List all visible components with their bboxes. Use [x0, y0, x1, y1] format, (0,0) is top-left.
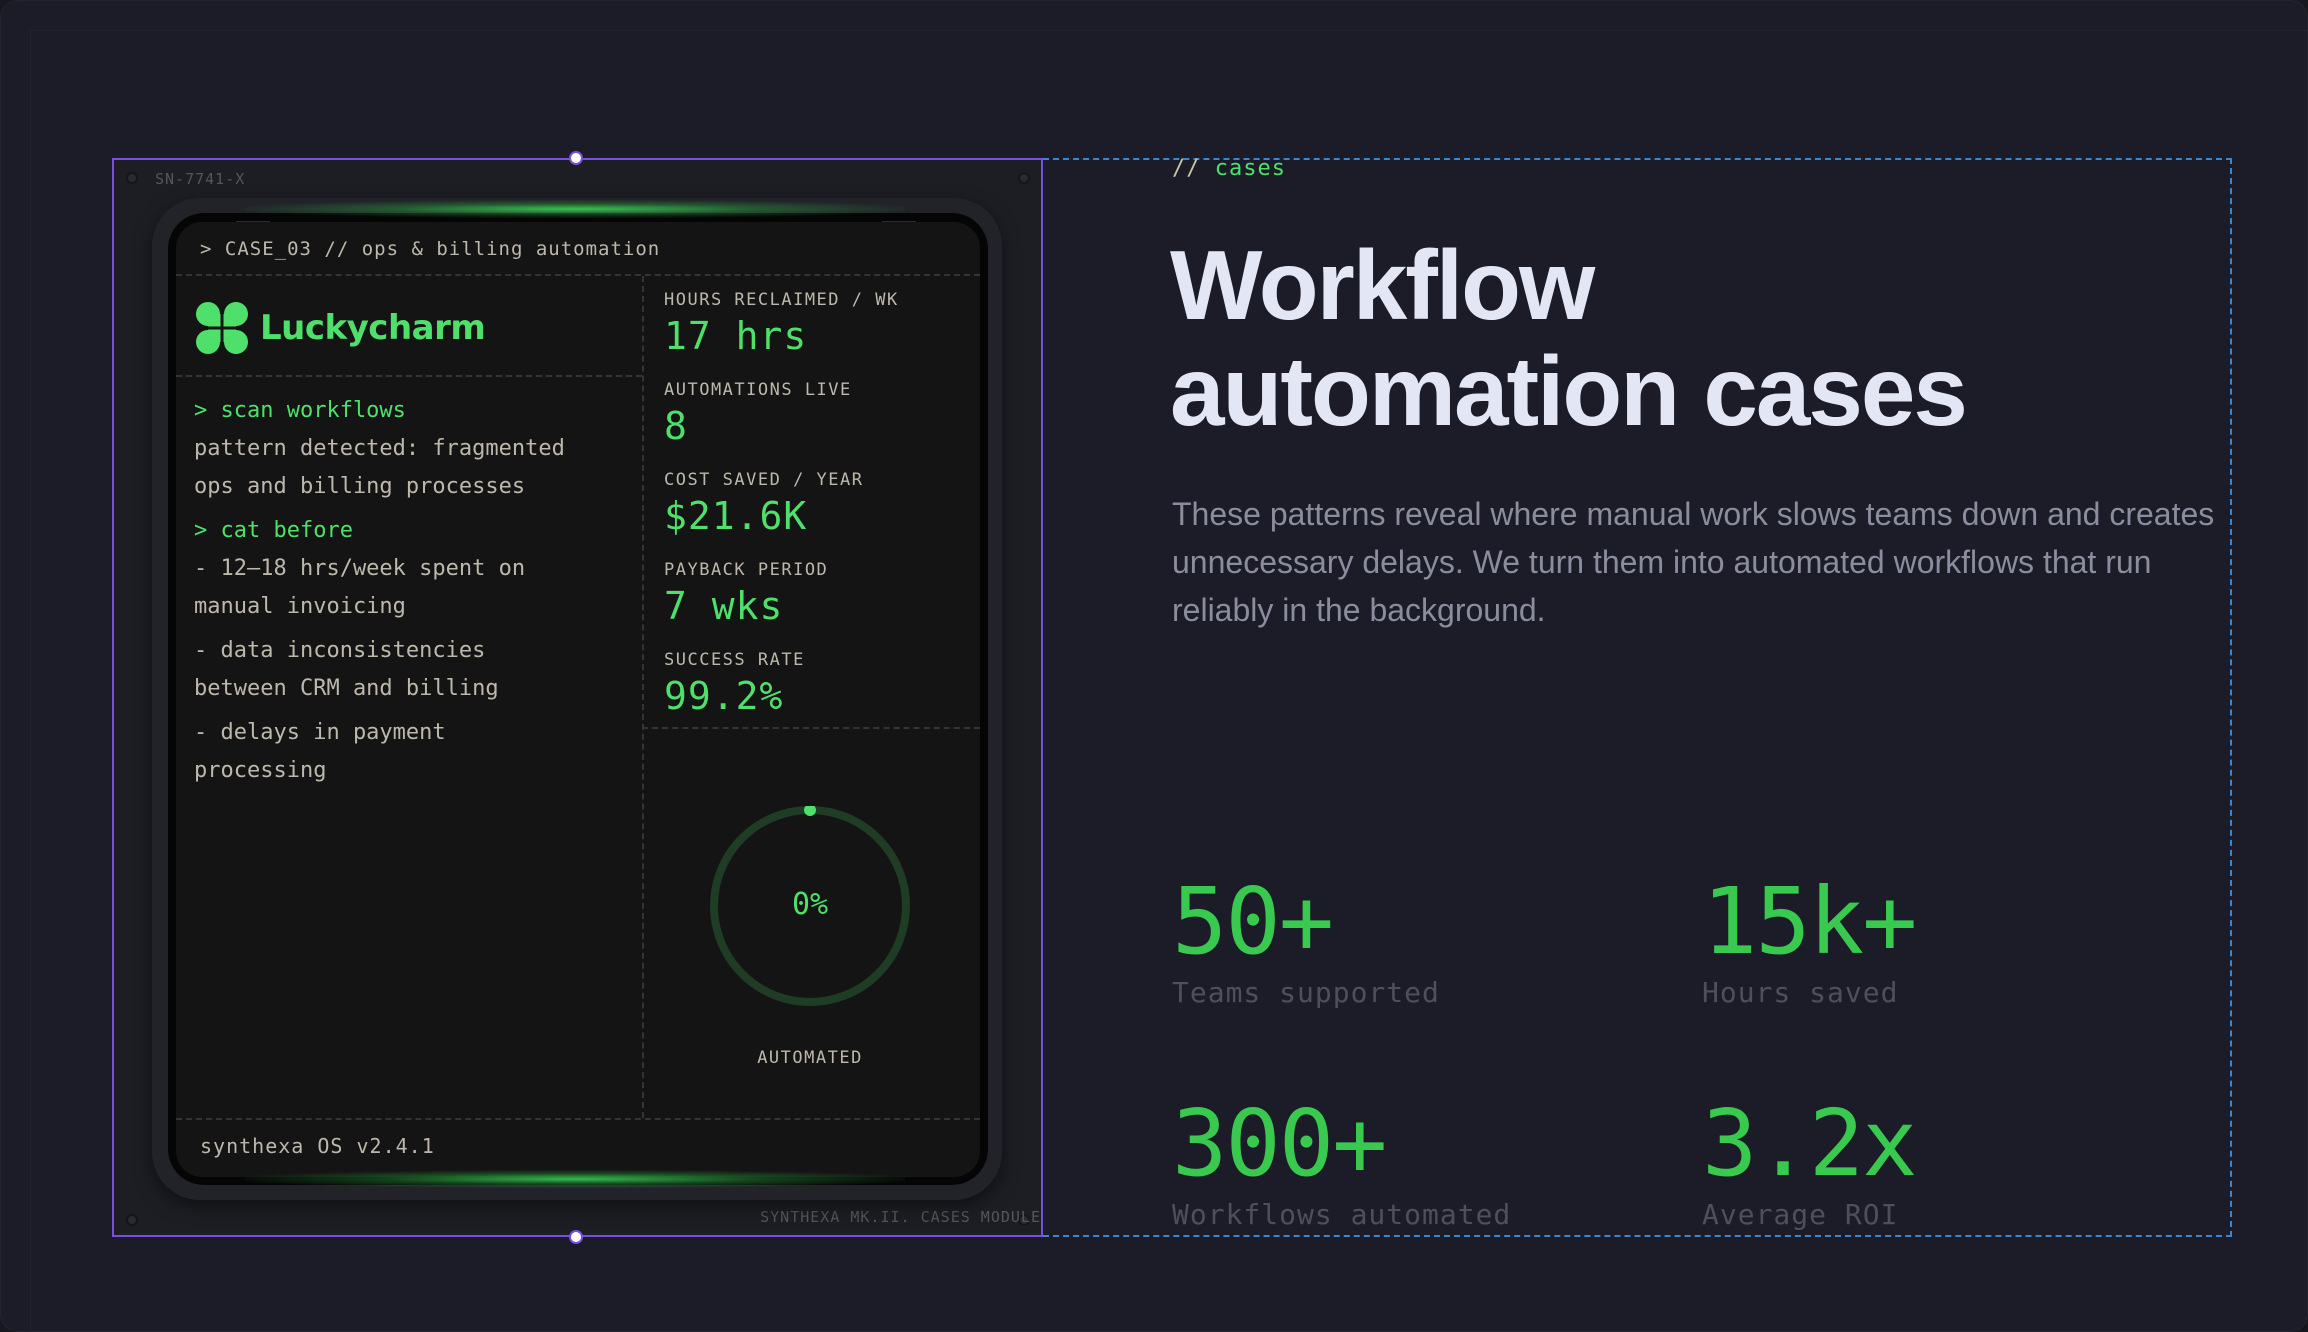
resize-handle-bottom[interactable]	[569, 1230, 583, 1244]
eyebrow-word: cases	[1214, 156, 1286, 181]
stat-value: 3.2x	[1702, 1090, 1918, 1197]
section-eyebrow: // cases	[1172, 156, 1286, 181]
stat-label: Average ROI	[1702, 1198, 1899, 1231]
stat-label: Teams supported	[1172, 976, 1440, 1009]
stat-value: 15k+	[1702, 868, 1918, 975]
stat-value: 50+	[1172, 868, 1334, 975]
eyebrow-slashes: //	[1172, 156, 1201, 181]
stat-label: Hours saved	[1702, 976, 1899, 1009]
headline-line: Workflow	[1170, 230, 1595, 340]
stat-average-roi: 3.2x Average ROI	[1702, 1090, 1918, 1232]
stat-hours-saved: 15k+ Hours saved	[1702, 868, 1918, 1010]
section-headline: Workflow automation cases	[1170, 232, 2170, 444]
stat-teams-supported: 50+ Teams supported	[1172, 868, 1440, 1010]
section-description: These patterns reveal where manual work …	[1172, 496, 2215, 628]
selection-box[interactable]	[112, 158, 1043, 1237]
stat-label: Workflows automated	[1172, 1198, 1512, 1231]
headline-line: automation cases	[1170, 336, 1968, 446]
resize-handle-top[interactable]	[569, 151, 583, 165]
stat-workflows-automated: 300+ Workflows automated	[1172, 1090, 1512, 1232]
stat-value: 300+	[1172, 1090, 1388, 1197]
